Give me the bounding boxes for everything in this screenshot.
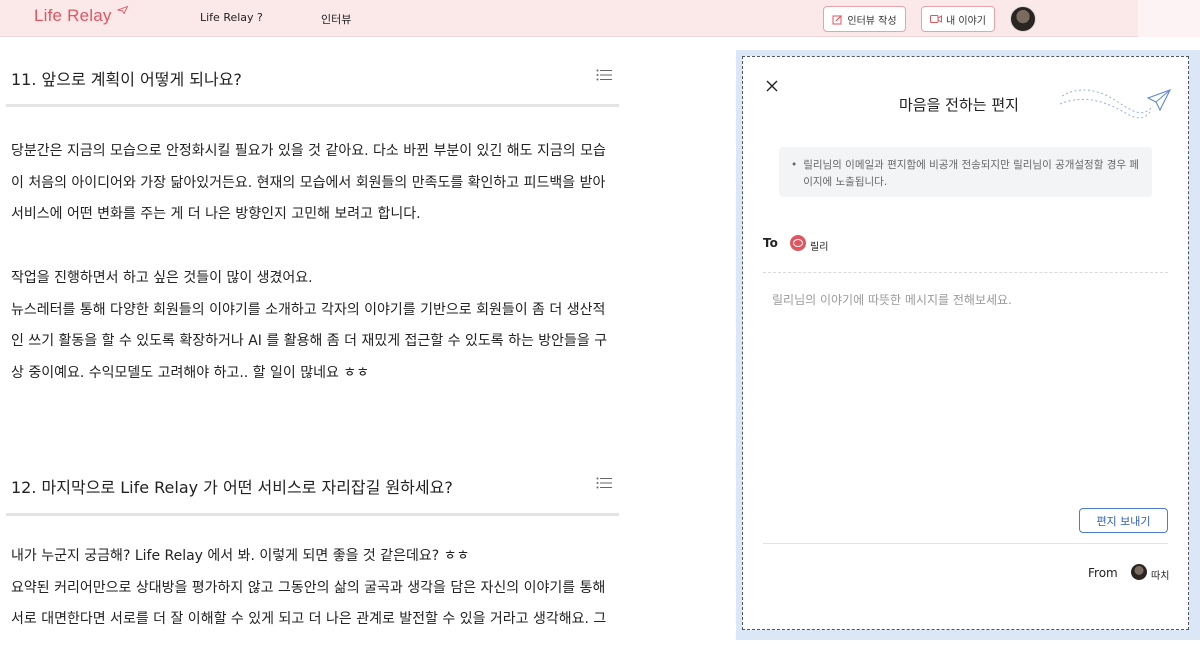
recipient-name: 릴리: [810, 242, 829, 253]
panel-divider: [763, 272, 1168, 273]
pencil-icon: [832, 14, 843, 24]
header-edge: [1138, 0, 1200, 37]
my-story-button[interactable]: 내 이야기: [921, 6, 995, 32]
sender-name: 따치: [1151, 571, 1170, 582]
recipient-avatar: [790, 235, 806, 251]
logo[interactable]: Life Relay: [34, 6, 112, 26]
message-input[interactable]: [772, 291, 1162, 491]
top-header: Life Relay Life Relay ? 인터뷰 인터뷰 작성 내 이야기: [0, 0, 1200, 37]
write-interview-button[interactable]: 인터뷰 작성: [823, 6, 906, 32]
nav-life-relay[interactable]: Life Relay ?: [200, 11, 263, 24]
panel-divider: [763, 543, 1168, 544]
close-icon[interactable]: [765, 79, 779, 93]
notice-text: 릴리님의 이메일과 편지함에 비공개 전송되지만 릴리님이 공개설정할 경우 페…: [803, 159, 1140, 188]
question-11-title: 11. 앞으로 계획이 어떻게 되나요?: [11, 70, 242, 89]
letter-title: 마음을 전하는 편지: [899, 96, 1019, 114]
to-label: To: [763, 236, 778, 250]
from-label: From: [1088, 566, 1118, 580]
write-interview-label: 인터뷰 작성: [847, 15, 897, 27]
send-letter-button[interactable]: 편지 보내기: [1079, 508, 1168, 533]
list-icon[interactable]: [596, 69, 612, 81]
section-divider: [6, 513, 619, 516]
answer-11-paragraph-2: 작업을 진행하면서 하고 싶은 것들이 많이 생겼어요. 뉴스레터를 통해 다양…: [11, 270, 608, 381]
answer-12-paragraph: 내가 누군지 궁금해? Life Relay 에서 봐. 이렇게 되면 좋을 것…: [11, 548, 607, 627]
privacy-notice: • 릴리님의 이메일과 편지함에 비공개 전송되지만 릴리님이 공개설정할 경우…: [779, 147, 1152, 197]
question-12-title: 12. 마지막으로 Life Relay 가 어떤 서비스로 자리잡길 원하세요…: [11, 478, 453, 497]
answer-11-paragraph-1: 당분간은 지금의 모습으로 안정화시킬 필요가 있을 것 같아요. 다소 바뀐 …: [11, 143, 606, 222]
list-icon[interactable]: [596, 477, 612, 489]
nav-interview[interactable]: 인터뷰: [321, 11, 351, 27]
section-divider: [6, 104, 619, 107]
notice-bullet: •: [791, 159, 798, 171]
my-story-label: 내 이야기: [946, 15, 986, 27]
paper-plane-logo-icon: [117, 6, 128, 14]
sender-avatar: [1131, 564, 1147, 580]
user-avatar[interactable]: [1010, 6, 1036, 32]
paper-plane-icon: [1059, 89, 1172, 119]
video-icon: [930, 15, 942, 23]
